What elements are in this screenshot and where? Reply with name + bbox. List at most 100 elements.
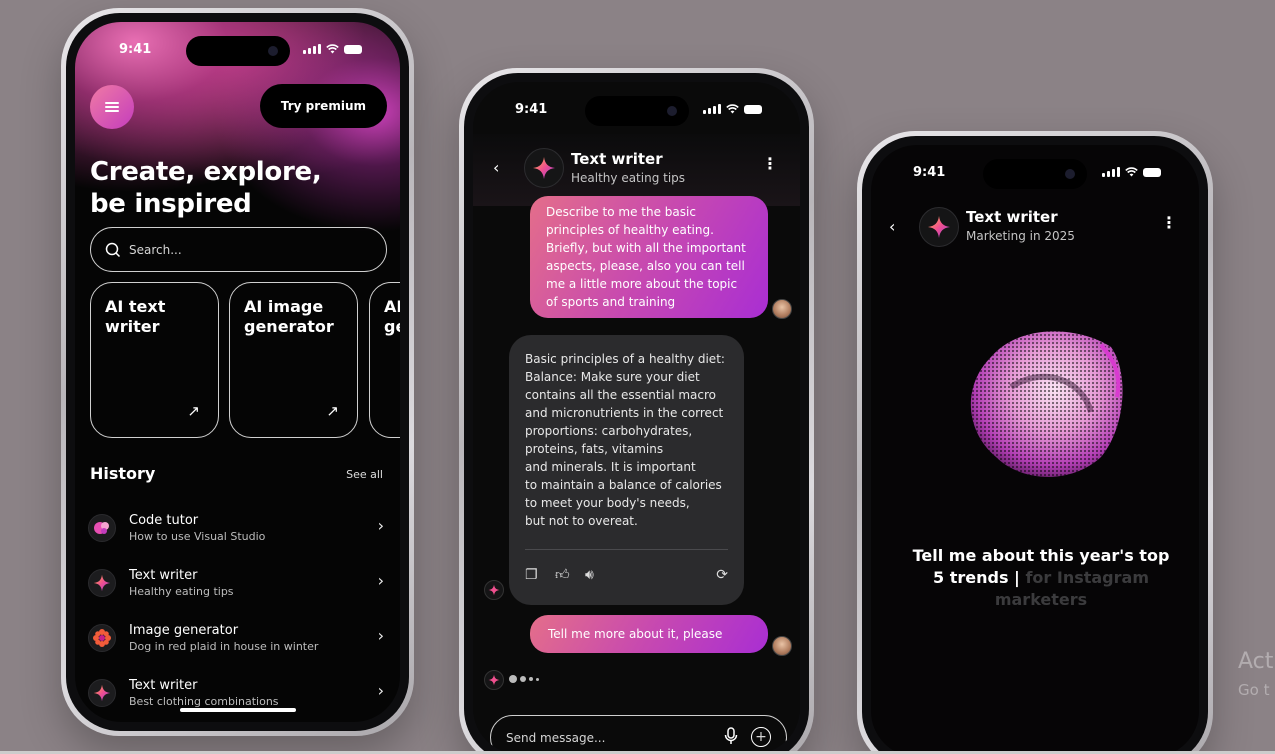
battery-icon xyxy=(1143,167,1161,177)
user-avatar xyxy=(772,636,792,656)
microphone-icon[interactable] xyxy=(724,727,738,745)
status-icons xyxy=(303,44,362,54)
battery-icon xyxy=(744,104,762,114)
search-icon xyxy=(105,242,121,257)
regenerate-icon[interactable]: ⟳ xyxy=(716,566,728,584)
history-item-title: Code tutor xyxy=(129,512,199,528)
sparkle-icon xyxy=(524,148,564,188)
chat-subtitle: Healthy eating tips xyxy=(571,171,686,185)
phone-bezel: 9:41 ‹ Text writer Marketing in 2025 ⋮ T… xyxy=(862,136,1208,754)
ai-orb-animation xyxy=(970,331,1123,477)
message-line: contains all the essential macro xyxy=(525,388,717,402)
sparkle-icon xyxy=(919,207,959,247)
phone-bezel: 9:41 Try premium Create, explore, be ins… xyxy=(66,13,409,731)
history-item-subtitle: Healthy eating tips xyxy=(129,584,234,598)
sparkle-icon xyxy=(88,568,116,597)
card-title-line: AI text xyxy=(105,297,166,316)
watermark-line: Act xyxy=(1238,649,1274,674)
menu-button[interactable] xyxy=(90,85,134,129)
code-tutor-icon xyxy=(88,513,116,542)
thumbs-up-icon[interactable]: 👍︎ xyxy=(555,566,570,584)
home-screen: 9:41 Try premium Create, explore, be ins… xyxy=(75,22,400,722)
more-options-icon[interactable]: ⋮ xyxy=(762,154,778,173)
message-line: of sports and training xyxy=(546,295,676,309)
message-line: proportions: carbohydrates, xyxy=(525,424,693,438)
search-input[interactable]: Search... xyxy=(90,227,387,272)
dynamic-island xyxy=(185,36,290,66)
copy-icon[interactable]: ❐ xyxy=(525,566,538,584)
history-list: Code tutor How to use Visual Studio › Te… xyxy=(88,500,390,720)
message-line: proteins, fats, vitamins xyxy=(525,442,664,456)
wifi-icon xyxy=(1125,167,1138,177)
message-line: aspects, please, also you can tell xyxy=(546,259,745,273)
phone-home: 9:41 Try premium Create, explore, be ins… xyxy=(61,8,414,736)
history-item-subtitle: Dog in red plaid in house in winter xyxy=(129,639,319,653)
chat-title: Text writer xyxy=(571,150,663,168)
card-ai-image-generator[interactable]: AI image generator ↗ xyxy=(229,282,358,438)
signal-icon xyxy=(303,44,321,54)
back-arrow-icon[interactable]: ‹ xyxy=(493,158,499,177)
chat-screen: 9:41 ‹ Text writer Healthy eating tips ⋮… xyxy=(473,82,800,754)
prompt-text: Tell me about this year's top 5 trends |… xyxy=(901,545,1181,611)
tool-cards: AI text writer ↗ AI image generator ↗ AI… xyxy=(90,282,400,438)
history-item-subtitle: How to use Visual Studio xyxy=(129,529,266,543)
user-message-bubble: Describe to me the basic principles of h… xyxy=(530,196,768,318)
history-item[interactable]: Image generator Dog in red plaid in hous… xyxy=(88,610,390,665)
chevron-right-icon: › xyxy=(377,626,384,645)
home-indicator[interactable] xyxy=(179,708,296,712)
chat-subtitle: Marketing in 2025 xyxy=(966,229,1075,243)
prompt-line: Tell me about this year's top xyxy=(912,546,1170,565)
card-ai-text-writer[interactable]: AI text writer ↗ xyxy=(90,282,219,438)
phone-bezel: 9:41 ‹ Text writer Healthy eating tips ⋮… xyxy=(464,73,809,754)
history-item[interactable]: Text writer Healthy eating tips › xyxy=(88,555,390,610)
message-line: Balance: Make sure your diet xyxy=(525,370,700,384)
history-item-subtitle: Best clothing combinations xyxy=(129,694,279,708)
more-options-icon[interactable]: ⋮ xyxy=(1161,213,1177,232)
status-icons xyxy=(703,104,762,114)
user-avatar xyxy=(772,299,792,319)
card-title-line: AI image xyxy=(244,297,324,316)
card-partial[interactable]: AI ge xyxy=(369,282,400,438)
message-input[interactable]: Send message... + xyxy=(490,715,787,754)
dynamic-island xyxy=(983,159,1087,189)
watermark-line: Go t xyxy=(1238,681,1270,699)
message-actions: ❐ 👍︎ 🔊︎ ⟳ xyxy=(525,549,728,593)
dynamic-island xyxy=(584,96,689,126)
phone-prompt: 9:41 ‹ Text writer Marketing in 2025 ⋮ T… xyxy=(857,131,1213,754)
message-line: but not to overeat. xyxy=(525,514,638,528)
battery-icon xyxy=(344,44,362,54)
try-premium-button[interactable]: Try premium xyxy=(259,84,387,128)
signal-icon xyxy=(703,104,721,114)
status-time: 9:41 xyxy=(913,165,946,180)
see-all-link[interactable]: See all xyxy=(346,468,383,481)
prompt-typed: 5 trends | xyxy=(933,568,1020,587)
wifi-icon xyxy=(726,104,739,114)
chevron-right-icon: › xyxy=(377,516,384,535)
chevron-right-icon: › xyxy=(377,681,384,700)
ai-message-bubble: Basic principles of a healthy diet: Bala… xyxy=(509,335,744,605)
hamburger-icon xyxy=(105,100,119,114)
sparkle-icon xyxy=(88,678,116,707)
message-line: Describe to me the basic xyxy=(546,205,696,219)
chevron-right-icon: › xyxy=(377,571,384,590)
phone-chat: 9:41 ‹ Text writer Healthy eating tips ⋮… xyxy=(459,68,814,754)
message-line: and minerals. It is important xyxy=(525,460,696,474)
card-title-line: AI xyxy=(384,297,400,316)
speaker-icon[interactable]: 🔊︎ xyxy=(585,566,594,584)
activation-watermark: Act Go t xyxy=(1238,648,1273,704)
chat-title: Text writer xyxy=(966,208,1058,226)
search-placeholder: Search... xyxy=(129,242,182,257)
history-item[interactable]: Code tutor How to use Visual Studio › xyxy=(88,500,390,555)
message-line: Basic principles of a healthy diet: xyxy=(525,352,725,366)
status-time: 9:41 xyxy=(515,102,548,117)
sparkle-icon xyxy=(484,580,504,600)
card-title-line: writer xyxy=(105,317,160,336)
history-item-title: Image generator xyxy=(129,622,239,638)
prompt-faded: marketers xyxy=(994,590,1088,609)
back-arrow-icon[interactable]: ‹ xyxy=(889,217,895,236)
status-icons xyxy=(1102,167,1161,177)
add-icon[interactable]: + xyxy=(751,727,771,747)
wifi-icon xyxy=(326,44,339,54)
history-item-title: Text writer xyxy=(129,677,198,693)
typing-indicator xyxy=(509,675,539,683)
